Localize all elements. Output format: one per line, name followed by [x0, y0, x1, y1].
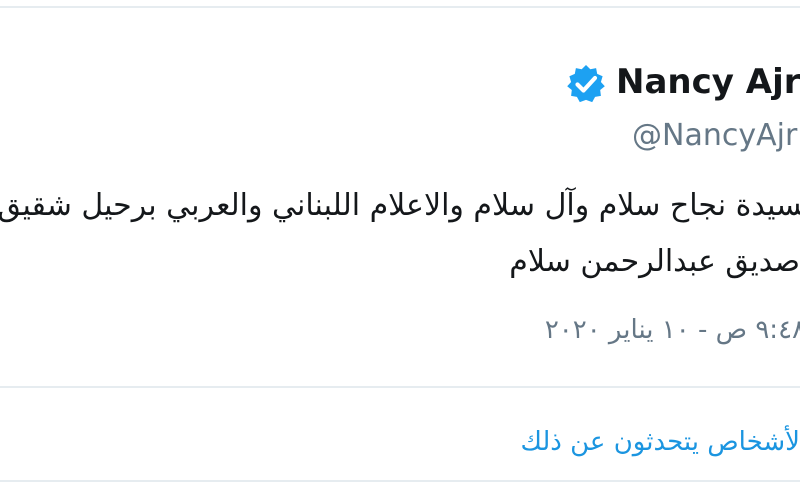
author-handle[interactable]: @NancyAjr — [632, 116, 797, 156]
people-talking-link[interactable]: لأشخاص يتحدثون عن ذلك — [520, 422, 800, 462]
verified-badge-icon — [566, 64, 606, 104]
bottom-border — [0, 480, 800, 482]
tweet-card: Nancy Ajra @NancyAjr للسيدة نجاح سلام وآ… — [0, 8, 800, 480]
tweet-text-line: صديق عبدالرحمن سلام — [509, 244, 800, 279]
tweet-timestamp[interactable]: ٩:٤٨ ص - ١٠ يناير ٢٠٢٠ — [545, 310, 800, 350]
tweet-text-line: للسيدة نجاح سلام وآل سلام والاعلام اللبن… — [0, 188, 800, 223]
author-display-name[interactable]: Nancy Ajra — [616, 60, 800, 104]
tweet-screenshot: Nancy Ajra @NancyAjr للسيدة نجاح سلام وآ… — [0, 0, 800, 500]
divider — [0, 386, 800, 388]
